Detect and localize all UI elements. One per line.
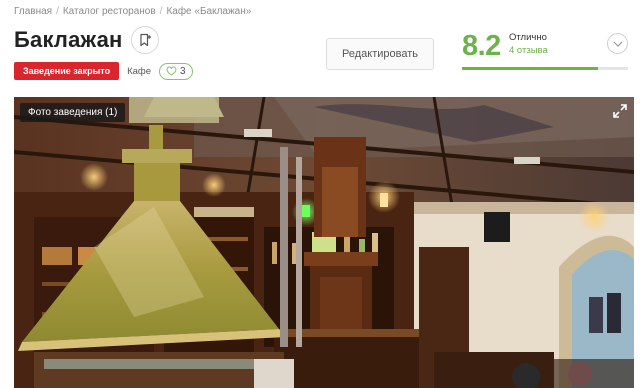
expand-button[interactable] xyxy=(612,103,628,119)
expand-icon xyxy=(613,104,627,118)
restaurant-interior-image xyxy=(14,97,634,388)
rating-bar-fill xyxy=(462,67,599,70)
reviews-link[interactable]: 4 отзыва xyxy=(509,45,548,56)
venue-photo[interactable]: Фото заведения (1) xyxy=(14,97,634,388)
photo-gallery-label[interactable]: Фото заведения (1) xyxy=(20,103,126,122)
edit-button[interactable]: Редактировать xyxy=(326,38,434,70)
breadcrumb-current: Кафе «Баклажан» xyxy=(166,6,252,17)
status-row: Заведение закрыто Кафе 3 xyxy=(14,62,193,80)
bookmark-button[interactable] xyxy=(130,26,159,54)
heart-icon xyxy=(166,66,177,76)
like-count: 3 xyxy=(180,65,186,77)
breadcrumb-catalog[interactable]: Каталог ресторанов xyxy=(63,6,156,17)
breadcrumb: Главная / Каталог ресторанов / Кафе «Бак… xyxy=(14,6,251,17)
rating-bar xyxy=(462,67,628,70)
bookmark-plus-icon xyxy=(139,33,151,47)
like-button[interactable]: 3 xyxy=(159,62,193,80)
title-row: Баклажан xyxy=(14,26,159,54)
chevron-down-icon xyxy=(613,41,622,47)
breadcrumb-separator: / xyxy=(56,6,59,17)
breadcrumb-home[interactable]: Главная xyxy=(14,6,52,17)
page-title: Баклажан xyxy=(14,27,123,52)
closed-status-badge: Заведение закрыто xyxy=(14,62,120,80)
rating-toggle-button[interactable] xyxy=(607,33,628,54)
breadcrumb-separator: / xyxy=(159,6,163,17)
rating-score: 8.2 xyxy=(462,30,501,62)
venue-type-label: Кафе xyxy=(127,65,152,77)
rating-word: Отлично xyxy=(509,32,547,43)
rating-block: 8.2 Отлично 4 отзыва xyxy=(462,28,628,72)
